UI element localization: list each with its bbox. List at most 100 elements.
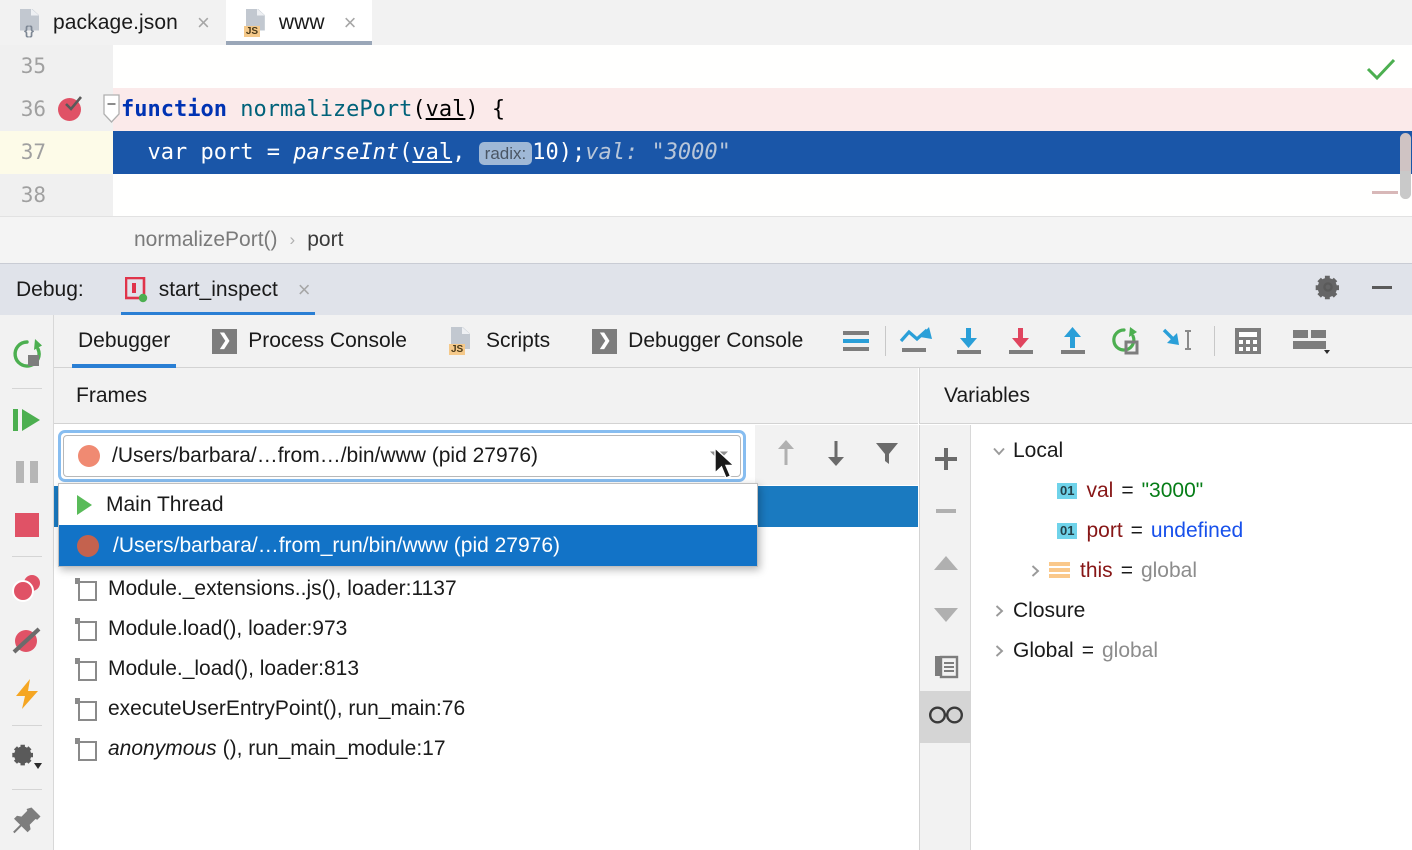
- tab-debugger-console[interactable]: ❯ Debugger Console: [578, 315, 817, 368]
- copy-value-button[interactable]: [920, 643, 972, 695]
- editor-tab-package-json[interactable]: {} package.json ×: [0, 0, 226, 45]
- debug-session-tab[interactable]: start_inspect ×: [121, 264, 315, 316]
- resume-program-button[interactable]: [0, 395, 54, 449]
- tab-label: Scripts: [486, 329, 550, 353]
- variables-title: Variables: [944, 384, 1030, 408]
- show-execution-point-icon[interactable]: [898, 326, 934, 356]
- lightning-icon: [13, 678, 41, 715]
- editor-tab-label: package.json: [53, 11, 178, 35]
- settings-button[interactable]: [0, 732, 54, 786]
- variables-tree[interactable]: Local 01 val = "3000" 01 port = undefine…: [971, 425, 1412, 850]
- move-up-icon[interactable]: [773, 438, 799, 473]
- tab-debugger[interactable]: Debugger: [64, 315, 184, 368]
- calculator-icon[interactable]: [1233, 326, 1263, 356]
- restore-layout-icon[interactable]: [1291, 326, 1331, 356]
- rerun-button[interactable]: [0, 329, 54, 383]
- frame-list-item[interactable]: executeUserEntryPoint(), run_main:76: [54, 689, 809, 729]
- frame-label-suffix: (), run_main_module:17: [223, 737, 446, 761]
- inspection-status-icon[interactable]: [1366, 57, 1396, 86]
- move-watch-up-button[interactable]: [920, 539, 972, 591]
- debug-actions-toolbar: [0, 315, 54, 850]
- breadcrumb-item-function[interactable]: normalizePort(): [134, 228, 278, 252]
- variable-node-val[interactable]: 01 val = "3000": [971, 471, 1412, 511]
- variable-value: global: [1102, 639, 1158, 663]
- plus-icon: [932, 445, 960, 478]
- layout-lines-icon[interactable]: [841, 328, 873, 354]
- breakpoint-icon[interactable]: [58, 98, 81, 121]
- variable-value: "3000": [1142, 479, 1204, 503]
- move-watch-down-button[interactable]: [920, 591, 972, 643]
- tab-scripts[interactable]: JS Scripts: [435, 315, 564, 368]
- editor-tab-bar: {} package.json × JS www ×: [0, 0, 1412, 45]
- add-watch-button[interactable]: [920, 435, 972, 487]
- variable-value: global: [1141, 559, 1197, 583]
- editor-tab-www[interactable]: JS www ×: [226, 0, 373, 45]
- debugger-tab-strip: Debugger ❯ Process Console JS Scripts ❯ …: [54, 315, 1412, 368]
- equals-sign: =: [1082, 639, 1094, 663]
- step-out-icon[interactable]: [1056, 326, 1090, 356]
- chevron-right-icon[interactable]: [1021, 563, 1049, 579]
- chevron-down-icon[interactable]: [985, 443, 1013, 459]
- minus-icon: [932, 497, 960, 530]
- thread-selector-dropdown[interactable]: Main Thread /Users/barbara/…from_run/bin…: [58, 483, 758, 567]
- variable-name: val: [1086, 479, 1113, 503]
- gear-icon[interactable]: [1314, 273, 1342, 306]
- dropdown-option-label: /Users/barbara/…from_run/bin/www (pid 27…: [113, 534, 560, 558]
- console-icon: ❯: [212, 329, 237, 354]
- variable-node-this[interactable]: this = global: [971, 551, 1412, 591]
- view-breakpoints-button[interactable]: [0, 563, 54, 617]
- play-icon: [77, 495, 92, 515]
- close-icon[interactable]: ×: [344, 12, 357, 34]
- webstorm-debugger-window: {} package.json × JS www × 35 36: [0, 0, 1412, 850]
- code-editor[interactable]: 35 36 function normalizePort(val) { 37 v…: [0, 45, 1412, 216]
- pin-tab-button[interactable]: [0, 796, 54, 850]
- variable-node-global[interactable]: Global = global: [971, 631, 1412, 671]
- inspect-button[interactable]: [920, 691, 972, 743]
- variable-name: this: [1080, 559, 1113, 583]
- code-text-line-36: function normalizePort(val) {: [113, 88, 1412, 131]
- move-down-icon[interactable]: [823, 438, 849, 473]
- minimize-icon[interactable]: [1368, 273, 1396, 306]
- run-to-cursor-icon[interactable]: [1108, 326, 1142, 356]
- dropdown-option-main-thread[interactable]: Main Thread: [59, 484, 757, 525]
- breadcrumb-item-variable[interactable]: port: [307, 228, 343, 252]
- frame-list-item[interactable]: Module.load(), loader:973: [54, 609, 809, 649]
- variable-name: Global: [1013, 639, 1074, 663]
- triangle-up-icon: [932, 552, 960, 579]
- force-step-into-icon[interactable]: [1160, 326, 1198, 356]
- variable-node-port[interactable]: 01 port = undefined: [971, 511, 1412, 551]
- js-file-icon: JS: [244, 9, 270, 37]
- stop-button[interactable]: [0, 500, 54, 554]
- gear-dropdown-icon: [10, 741, 44, 778]
- frame-list-item[interactable]: Module._extensions..js(), loader:1137: [54, 569, 809, 609]
- rerun-icon: [11, 338, 43, 375]
- step-over-icon[interactable]: [952, 326, 986, 356]
- chevron-right-icon[interactable]: [985, 603, 1013, 619]
- variable-node-local[interactable]: Local: [971, 431, 1412, 471]
- thread-selector-combobox[interactable]: /Users/barbara/…from…/bin/www (pid 27976…: [58, 430, 746, 482]
- equals-sign: =: [1121, 559, 1133, 583]
- tab-process-console[interactable]: ❯ Process Console: [198, 315, 421, 368]
- close-icon[interactable]: ×: [298, 277, 311, 303]
- frames-panel-header: Frames: [54, 368, 918, 424]
- mute-breakpoints-icon: [11, 626, 43, 661]
- tab-label: Process Console: [248, 329, 407, 353]
- chevron-right-icon[interactable]: [985, 643, 1013, 659]
- step-into-icon[interactable]: [1004, 326, 1038, 356]
- line-number: 38: [0, 174, 46, 216]
- pause-icon: [13, 457, 41, 492]
- pause-program-button[interactable]: [0, 447, 54, 501]
- variable-node-closure[interactable]: Closure: [971, 591, 1412, 631]
- dropdown-option-www-process[interactable]: /Users/barbara/…from_run/bin/www (pid 27…: [59, 525, 757, 566]
- remove-watch-button[interactable]: [920, 487, 972, 539]
- evaluate-expression-button[interactable]: [0, 669, 54, 723]
- frame-list-item[interactable]: anonymous (), run_main_module:17: [54, 729, 809, 769]
- code-line-38: 38: [0, 174, 1412, 216]
- debug-session-name: start_inspect: [159, 278, 278, 302]
- filter-icon[interactable]: [873, 439, 901, 472]
- js-file-icon: JS: [449, 327, 475, 355]
- frame-list-item[interactable]: Module._load(), loader:813: [54, 649, 809, 689]
- editor-scrollbar-lower[interactable]: [1400, 171, 1411, 199]
- close-icon[interactable]: ×: [197, 12, 210, 34]
- mute-breakpoints-button[interactable]: [0, 616, 54, 670]
